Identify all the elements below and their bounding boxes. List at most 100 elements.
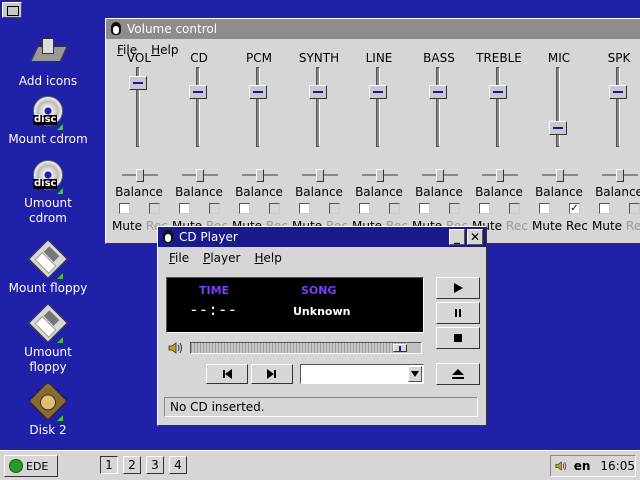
desktop-icon[interactable]: Disk 2	[0, 381, 96, 438]
progress-slider[interactable]	[190, 342, 422, 354]
cd-player-titlebar[interactable]: CD Player _ ✕	[158, 227, 486, 247]
balance-slider[interactable]	[601, 169, 640, 183]
ede-logo-icon	[9, 459, 23, 473]
balance-thumb[interactable]	[316, 169, 324, 182]
play-button[interactable]	[436, 277, 480, 299]
desktop-icon[interactable]: disc Umount cdrom	[0, 160, 96, 226]
progress-knob[interactable]	[393, 344, 408, 352]
channel-synth: SYNTHBalanceMuteRec	[289, 39, 349, 239]
balance-thumb[interactable]	[256, 169, 264, 182]
next-track-button[interactable]	[251, 364, 293, 384]
balance-thumb[interactable]	[436, 169, 444, 182]
slider-thumb[interactable]	[129, 76, 147, 90]
volume-slider[interactable]	[309, 67, 327, 149]
language-indicator[interactable]: en	[574, 459, 591, 473]
balance-slider[interactable]	[121, 169, 161, 183]
checkbox-row: ✓	[537, 203, 587, 217]
stop-button[interactable]	[436, 327, 480, 349]
slider-thumb[interactable]	[609, 85, 627, 99]
mute-checkbox[interactable]	[359, 203, 370, 214]
volume-slider[interactable]	[249, 67, 267, 149]
workspace-1-button[interactable]: 1	[100, 456, 118, 474]
workspace-4-button[interactable]: 4	[169, 456, 187, 474]
rec-checkbox[interactable]	[389, 203, 400, 214]
slider-thumb[interactable]	[489, 85, 507, 99]
channel-label: VOL	[126, 51, 152, 65]
balance-slider[interactable]	[301, 169, 341, 183]
volume-titlebar[interactable]: Volume control	[106, 19, 640, 39]
menu-player[interactable]: Player	[196, 251, 247, 265]
cdrom-icon: disc	[31, 96, 65, 130]
rec-checkbox[interactable]	[269, 203, 280, 214]
balance-slider[interactable]	[361, 169, 401, 183]
mute-checkbox[interactable]	[419, 203, 430, 214]
rec-checkbox[interactable]	[509, 203, 520, 214]
rec-checkbox[interactable]	[449, 203, 460, 214]
desktop-icon[interactable]: disc Mount cdrom	[0, 96, 96, 147]
close-button[interactable]: ✕	[467, 229, 483, 245]
balance-slider[interactable]	[481, 169, 521, 183]
menu-file[interactable]: File	[162, 251, 196, 265]
channel-label: SYNTH	[298, 51, 340, 65]
balance-slider[interactable]	[181, 169, 221, 183]
slider-thumb[interactable]	[429, 85, 447, 99]
rec-checkbox[interactable]	[629, 203, 640, 214]
desktop-corner-button[interactable]	[2, 2, 22, 18]
cdrom-icon: disc	[31, 160, 65, 194]
time-value: --:--	[189, 300, 238, 319]
eject-button[interactable]	[436, 363, 480, 385]
pause-button[interactable]	[436, 302, 480, 324]
slider-thumb[interactable]	[189, 85, 207, 99]
slider-thumb[interactable]	[309, 85, 327, 99]
mute-checkbox[interactable]	[239, 203, 250, 214]
volume-slider[interactable]	[429, 67, 447, 149]
previous-track-button[interactable]	[206, 364, 248, 384]
workspace-2-button[interactable]: 2	[123, 456, 141, 474]
mute-checkbox[interactable]	[179, 203, 190, 214]
balance-thumb[interactable]	[196, 169, 204, 182]
balance-thumb[interactable]	[376, 169, 384, 182]
desktop-icon[interactable]: Add icons	[0, 32, 96, 89]
rec-checkbox[interactable]	[209, 203, 220, 214]
link-arrow-icon	[57, 124, 63, 130]
volume-icon[interactable]	[555, 459, 568, 473]
slider-thumb[interactable]	[549, 121, 567, 135]
balance-label: Balance	[475, 185, 523, 199]
balance-thumb[interactable]	[616, 169, 624, 182]
volume-slider[interactable]	[369, 67, 387, 149]
start-button-label: EDE	[26, 459, 49, 473]
mute-checkbox[interactable]	[119, 203, 130, 214]
track-select[interactable]	[300, 364, 424, 384]
mute-checkbox[interactable]	[599, 203, 610, 214]
desktop-icon[interactable]: Mount floppy	[0, 239, 96, 296]
volume-slider[interactable]	[129, 67, 147, 149]
menu-help[interactable]: Help	[247, 251, 288, 265]
rec-checkbox[interactable]: ✓	[569, 203, 580, 214]
balance-slider[interactable]	[421, 169, 461, 183]
volume-slider[interactable]	[549, 67, 567, 149]
chevron-down-icon[interactable]	[408, 366, 422, 382]
volume-slider[interactable]	[609, 67, 627, 149]
balance-thumb[interactable]	[496, 169, 504, 182]
slider-thumb[interactable]	[369, 85, 387, 99]
volume-slider[interactable]	[489, 67, 507, 149]
cd-display: TIME SONG --:-- Unknown	[166, 277, 424, 333]
rec-checkbox[interactable]	[329, 203, 340, 214]
mute-checkbox[interactable]	[479, 203, 490, 214]
add-icons-shape	[32, 38, 64, 62]
start-button[interactable]: EDE	[4, 455, 58, 477]
minimize-button[interactable]: _	[449, 229, 465, 245]
desktop-icon[interactable]: Umount floppy	[0, 303, 96, 375]
channel-label: MIC	[547, 51, 571, 65]
workspace-3-button[interactable]: 3	[146, 456, 164, 474]
slider-thumb[interactable]	[249, 85, 267, 99]
balance-slider[interactable]	[541, 169, 581, 183]
mute-checkbox[interactable]	[539, 203, 550, 214]
balance-slider[interactable]	[241, 169, 281, 183]
volume-slider[interactable]	[189, 67, 207, 149]
mute-checkbox[interactable]	[299, 203, 310, 214]
rec-checkbox[interactable]	[149, 203, 160, 214]
balance-thumb[interactable]	[556, 169, 564, 182]
slider-groove	[496, 67, 500, 147]
balance-thumb[interactable]	[136, 169, 144, 182]
